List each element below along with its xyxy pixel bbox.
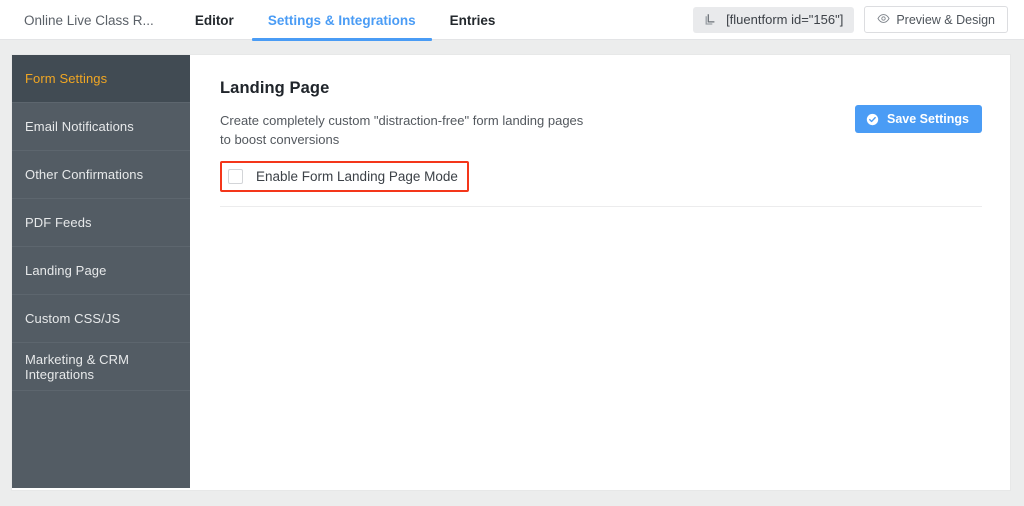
sidebar-item-marketing-crm-integrations[interactable]: Marketing & CRM Integrations xyxy=(12,343,190,391)
settings-sidebar: Form Settings Email Notifications Other … xyxy=(12,55,190,488)
tab-entries[interactable]: Entries xyxy=(433,0,513,40)
shortcode-text: [fluentform id="156"] xyxy=(726,12,844,27)
sidebar-item-label: Landing Page xyxy=(25,263,107,278)
check-circle-icon xyxy=(866,113,879,126)
sidebar-item-label: Email Notifications xyxy=(25,119,134,134)
settings-card: Form Settings Email Notifications Other … xyxy=(12,55,1010,490)
save-settings-label: Save Settings xyxy=(887,112,969,126)
sidebar-item-landing-page[interactable]: Landing Page xyxy=(12,247,190,295)
sidebar-item-label: Other Confirmations xyxy=(25,167,144,182)
preview-design-label: Preview & Design xyxy=(896,12,995,27)
tab-settings-integrations[interactable]: Settings & Integrations xyxy=(251,0,433,41)
sidebar-item-other-confirmations[interactable]: Other Confirmations xyxy=(12,151,190,199)
eye-icon xyxy=(877,12,890,28)
section-divider xyxy=(220,206,982,207)
enable-landing-page-row[interactable]: Enable Form Landing Page Mode xyxy=(220,161,469,192)
page-description: Create completely custom "distraction-fr… xyxy=(220,113,584,147)
settings-panel: Landing Page Create completely custom "d… xyxy=(190,55,1012,490)
sidebar-item-label: Custom CSS/JS xyxy=(25,311,121,326)
sidebar-item-label: PDF Feeds xyxy=(25,215,92,230)
save-settings-button[interactable]: Save Settings xyxy=(855,105,982,133)
sidebar-item-label: Marketing & CRM Integrations xyxy=(25,351,130,382)
sidebar-item-custom-css-js[interactable]: Custom CSS/JS xyxy=(12,295,190,343)
sidebar-item-email-notifications[interactable]: Email Notifications xyxy=(12,103,190,151)
sidebar-item-pdf-feeds[interactable]: PDF Feeds xyxy=(12,199,190,247)
shortcode-copy-button[interactable]: [fluentform id="156"] xyxy=(693,6,855,33)
sidebar-item-form-settings[interactable]: Form Settings xyxy=(12,55,190,103)
sidebar-item-label: Form Settings xyxy=(25,71,108,86)
tab-editor[interactable]: Editor xyxy=(178,0,251,40)
copy-icon xyxy=(704,13,718,27)
enable-landing-page-label: Enable Form Landing Page Mode xyxy=(256,169,458,184)
form-title-label: Online Live Class R... xyxy=(24,12,154,28)
enable-landing-page-checkbox[interactable] xyxy=(228,169,243,184)
preview-design-button[interactable]: Preview & Design xyxy=(864,6,1008,33)
tab-bar: Online Live Class R... Editor Settings &… xyxy=(0,0,513,41)
page-title: Landing Page xyxy=(220,79,330,97)
top-bar: Online Live Class R... Editor Settings &… xyxy=(0,0,1024,41)
top-bar-actions: [fluentform id="156"] Preview & Design xyxy=(693,0,1024,39)
